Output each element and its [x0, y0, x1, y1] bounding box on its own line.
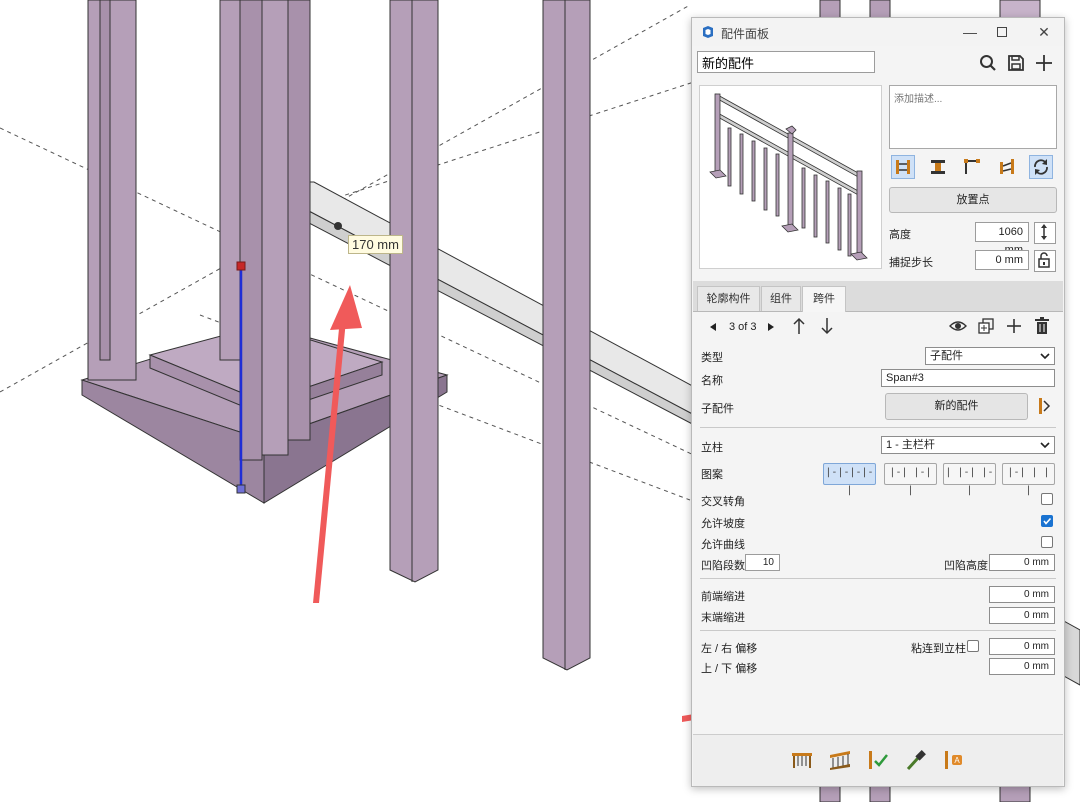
lock-icon — [1038, 252, 1050, 268]
assembly-name-input[interactable] — [697, 51, 875, 73]
trash-icon[interactable] — [1034, 317, 1050, 335]
stick-to-post-label: 粘连到立柱 — [911, 643, 966, 655]
post-select[interactable]: 1 - 主栏杆 — [881, 436, 1055, 454]
save-icon[interactable] — [1006, 53, 1026, 73]
tab-profile-members[interactable]: 轮廓构件 — [697, 286, 760, 311]
end-inset-input[interactable]: 0 mm — [989, 607, 1055, 624]
plus-icon[interactable] — [1034, 53, 1054, 73]
span-both-posts-button[interactable] — [891, 155, 915, 179]
flip-button[interactable] — [995, 155, 1019, 179]
allow-curve-checkbox[interactable] — [1041, 536, 1053, 548]
duplicate-icon[interactable] — [977, 317, 995, 335]
railing-preview-image — [699, 85, 882, 269]
maximize-icon[interactable] — [988, 22, 1016, 42]
recess-count-label: 凹陷段数 — [701, 560, 745, 572]
railing-draw-icon[interactable] — [790, 749, 814, 771]
separator — [700, 578, 1056, 579]
recess-height-input[interactable]: 0 mm — [989, 554, 1055, 571]
panel-titlebar[interactable]: 配件面板 — ✕ — [692, 18, 1064, 46]
vertical-arrows-icon — [1041, 224, 1047, 240]
add-span-icon[interactable] — [1005, 317, 1023, 335]
dimension-start-handle — [236, 261, 246, 271]
cross-corner-checkbox[interactable] — [1041, 493, 1053, 505]
snap-lock-button[interactable] — [1034, 250, 1056, 272]
tab-spans[interactable]: 跨件 — [802, 286, 846, 312]
allow-slope-checkbox[interactable] — [1041, 515, 1053, 527]
end-inset-label: 末端缩进 — [701, 612, 745, 624]
separator — [700, 630, 1056, 631]
close-icon[interactable]: ✕ — [1030, 22, 1058, 42]
svg-text:A: A — [954, 756, 960, 765]
stick-to-post-checkbox[interactable] — [967, 640, 979, 652]
eye-icon[interactable] — [949, 319, 967, 333]
eyedropper-icon[interactable] — [904, 749, 928, 771]
corner-icon — [964, 159, 980, 174]
triangle-right-icon[interactable] — [766, 322, 776, 332]
ud-offset-input[interactable]: 0 mm — [989, 658, 1055, 675]
arrow-down-icon[interactable] — [820, 317, 834, 335]
ud-offset-label: 上 / 下 偏移 — [701, 663, 758, 675]
arrow-up-icon[interactable] — [792, 317, 806, 335]
railing-check-icon[interactable] — [866, 749, 890, 771]
snap-step-input[interactable]: 0 mm — [975, 250, 1029, 270]
i-beam-button[interactable] — [926, 155, 950, 179]
refresh-button[interactable] — [1029, 155, 1053, 179]
type-label: 类型 — [701, 352, 723, 364]
pattern-option-3[interactable]: | |-| |-| — [943, 463, 996, 496]
check-icon — [1043, 517, 1052, 525]
recess-count-input[interactable]: 10 — [745, 554, 780, 571]
chevron-down-icon — [1040, 353, 1050, 360]
pattern-label: 图案 — [701, 469, 723, 481]
pattern-option-2[interactable]: |-| |-| | — [884, 463, 937, 496]
sub-assembly-edit-icon[interactable] — [1036, 396, 1052, 416]
allow-slope-label: 允许坡度 — [701, 518, 745, 530]
triangle-left-icon[interactable] — [708, 322, 718, 332]
description-textarea[interactable] — [889, 85, 1057, 149]
lr-offset-input[interactable]: 0 mm — [989, 638, 1055, 655]
sketchup-app-icon — [703, 26, 713, 38]
tab-components[interactable]: 组件 — [761, 286, 801, 311]
span-name-input[interactable]: Span#3 — [881, 369, 1055, 387]
post-label: 立柱 — [701, 442, 723, 454]
height-input[interactable]: 1060 mm — [975, 222, 1029, 256]
panel-title: 配件面板 — [721, 27, 770, 41]
sub-assembly-label: 子配件 — [701, 403, 734, 415]
front-inset-label: 前端缩进 — [701, 591, 745, 603]
cursor-point — [334, 222, 342, 230]
name-label: 名称 — [701, 375, 723, 387]
i-beam-icon — [931, 160, 945, 174]
front-inset-input[interactable]: 0 mm — [989, 586, 1055, 603]
search-icon[interactable] — [978, 53, 998, 73]
post-select-value: 1 - 主栏杆 — [886, 439, 935, 451]
refresh-icon — [1034, 159, 1048, 175]
type-select[interactable]: 子配件 — [925, 347, 1055, 365]
span-page-indicator: 3 of 3 — [729, 321, 757, 333]
pattern-option-1[interactable]: |-|-|-|-| — [823, 463, 876, 496]
minimize-icon[interactable]: — — [956, 22, 984, 42]
pattern-option-4[interactable]: |-| | | | — [1002, 463, 1055, 496]
railing-stair-icon[interactable] — [828, 749, 852, 771]
component-panel: 配件面板 — ✕ 新的配件 添加描述... 放置点 高度 1060 捕捉步长 0… — [691, 17, 1065, 787]
cross-corner-label: 交叉转角 — [701, 496, 745, 508]
span-both-posts-icon — [896, 160, 910, 174]
height-toggle-button[interactable] — [1034, 222, 1056, 244]
place-point-button[interactable]: 放置点 — [889, 187, 1057, 213]
dimension-label: 170 mm — [348, 235, 403, 254]
recess-height-label: 凹陷高度 — [944, 560, 988, 572]
flip-icon — [1000, 159, 1014, 174]
separator — [700, 427, 1056, 428]
snap-step-label: 捕捉步长 — [889, 257, 933, 269]
sub-assembly-button[interactable]: 新的配件 — [885, 393, 1028, 420]
type-select-value: 子配件 — [930, 350, 963, 362]
corner-button[interactable] — [960, 155, 984, 179]
height-label: 高度 — [889, 229, 911, 241]
lr-offset-label: 左 / 右 偏移 — [701, 643, 758, 655]
chevron-down-icon — [1040, 442, 1050, 449]
attribute-icon[interactable]: A — [942, 749, 966, 771]
allow-curve-label: 允许曲线 — [701, 539, 745, 551]
dimension-end-handle — [236, 484, 246, 494]
